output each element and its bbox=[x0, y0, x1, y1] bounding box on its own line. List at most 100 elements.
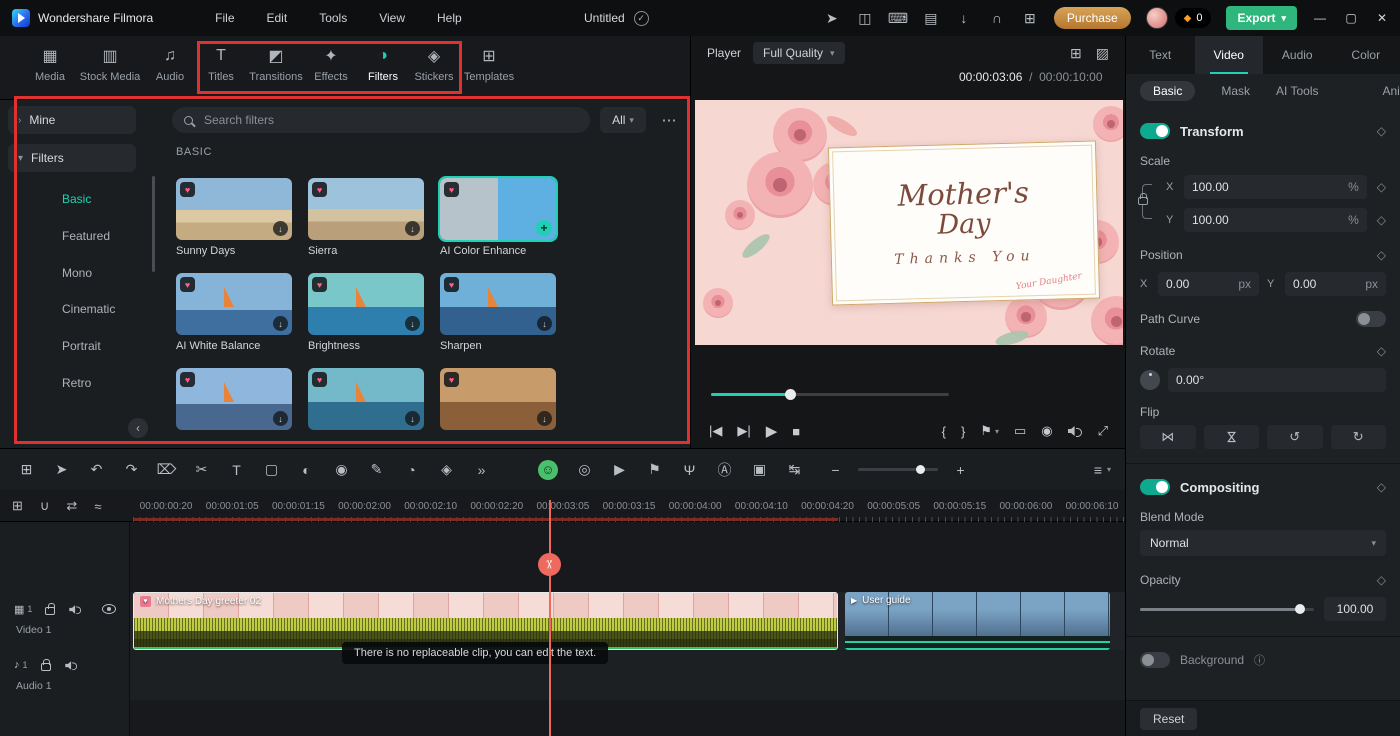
keyframe-diamond-icon[interactable]: ◇ bbox=[1377, 573, 1386, 587]
filter-thumbnail[interactable]: ♥ ↓ bbox=[176, 368, 292, 430]
keyframe-diamond-icon[interactable]: ◇ bbox=[1377, 344, 1386, 358]
audio-track-lane[interactable] bbox=[130, 650, 1125, 700]
download-icon[interactable]: ↓ bbox=[273, 221, 288, 236]
seek-track[interactable] bbox=[711, 393, 949, 396]
snapshot-button[interactable]: ◉ bbox=[1041, 423, 1052, 439]
filter-thumbnail[interactable]: ♥ ↓ bbox=[308, 178, 424, 240]
hide-track-icon[interactable] bbox=[102, 604, 116, 614]
sidebar-item-mono[interactable]: Mono bbox=[0, 256, 152, 290]
scale-x-input[interactable] bbox=[1192, 180, 1252, 194]
project-title[interactable]: Untitled bbox=[584, 11, 625, 25]
crop-icon[interactable]: ▢ bbox=[259, 457, 284, 482]
subtab-basic[interactable]: Basic bbox=[1140, 81, 1195, 101]
manage-tracks-icon[interactable]: ⊞ bbox=[12, 498, 23, 514]
keyframe-diamond-icon[interactable]: ◇ bbox=[1377, 180, 1386, 194]
download-icon[interactable]: ↓ bbox=[273, 316, 288, 331]
mute-track-icon[interactable] bbox=[65, 660, 78, 669]
zoom-handle[interactable] bbox=[916, 465, 925, 474]
snap-icon[interactable]: ∪ bbox=[40, 498, 50, 514]
tab-effects[interactable]: ✦ Effects bbox=[314, 47, 347, 83]
filter-thumbnail[interactable]: ♥ ↓ bbox=[308, 273, 424, 335]
mute-track-icon[interactable] bbox=[70, 604, 83, 613]
tab-stock-media[interactable]: ▥ Stock Media bbox=[80, 47, 141, 83]
zoom-slider[interactable] bbox=[858, 468, 938, 471]
menu-file[interactable]: File bbox=[215, 11, 234, 25]
favorite-icon[interactable]: ♥ bbox=[180, 182, 195, 197]
user-avatar[interactable] bbox=[1146, 7, 1168, 29]
position-y-field[interactable]: px bbox=[1285, 272, 1386, 296]
voiceover-icon[interactable]: Ψ bbox=[677, 457, 702, 482]
lock-track-icon[interactable] bbox=[41, 663, 51, 671]
compositing-toggle[interactable] bbox=[1140, 479, 1170, 495]
favorite-icon[interactable]: ♥ bbox=[180, 372, 195, 387]
tab-text[interactable]: Text bbox=[1126, 36, 1195, 74]
download-icon[interactable]: ↓ bbox=[405, 221, 420, 236]
filter-thumbnail[interactable]: ♥ ↓ bbox=[308, 368, 424, 430]
mark-out-button[interactable]: } bbox=[961, 424, 965, 439]
lock-icon[interactable] bbox=[1138, 197, 1148, 205]
tab-titles[interactable]: T Titles bbox=[208, 47, 234, 83]
chroma-key-icon[interactable]: ◉ bbox=[329, 457, 354, 482]
split-icon[interactable]: ✂ bbox=[189, 457, 214, 482]
auto-sync-icon[interactable]: ↹ bbox=[782, 457, 807, 482]
seek-handle[interactable] bbox=[785, 389, 796, 400]
color-correction-icon[interactable]: ◐ bbox=[294, 457, 319, 482]
background-toggle[interactable] bbox=[1140, 652, 1170, 668]
stop-button[interactable]: ■ bbox=[792, 424, 800, 439]
tab-audio[interactable]: ♫ Audio bbox=[156, 47, 184, 83]
favorite-icon[interactable]: ♥ bbox=[444, 182, 459, 197]
flip-vertical-button[interactable]: ⋈ bbox=[1204, 425, 1260, 449]
ai-edit-icon[interactable]: ✎ bbox=[364, 457, 389, 482]
effects-camera-icon[interactable]: ◎ bbox=[572, 457, 597, 482]
more-options-button[interactable]: ⋯ bbox=[654, 107, 684, 133]
window-maximize-button[interactable]: ▢ bbox=[1343, 11, 1359, 25]
keyframe-diamond-icon[interactable]: ◇ bbox=[1377, 213, 1386, 227]
download-icon[interactable]: ↓ bbox=[537, 316, 552, 331]
display-device-button[interactable]: ▭ bbox=[1014, 423, 1026, 439]
keyframe-diamond-icon[interactable]: ◇ bbox=[1377, 480, 1386, 494]
flip-horizontal-button[interactable]: ⋈ bbox=[1140, 425, 1196, 449]
blend-mode-select[interactable]: Normal ▾ bbox=[1140, 530, 1386, 556]
render-preview-toggle-icon[interactable]: ≈ bbox=[94, 499, 101, 514]
path-curve-toggle[interactable] bbox=[1356, 311, 1386, 327]
scale-x-field[interactable]: % bbox=[1184, 175, 1367, 199]
quality-dropdown[interactable]: Full Quality ▾ bbox=[753, 42, 845, 64]
undo-icon[interactable]: ↶ bbox=[84, 457, 109, 482]
zoom-out-icon[interactable]: − bbox=[823, 457, 848, 482]
favorite-icon[interactable]: ♥ bbox=[312, 277, 327, 292]
favorite-icon[interactable]: ♥ bbox=[444, 372, 459, 387]
scale-y-field[interactable]: % bbox=[1184, 208, 1367, 232]
select-tool-icon[interactable]: ➤ bbox=[49, 457, 74, 482]
collapse-sidebar-button[interactable]: ‹ bbox=[128, 418, 148, 438]
tab-transitions[interactable]: ◩ Transitions bbox=[249, 47, 302, 83]
tab-stickers[interactable]: ◈ Stickers bbox=[414, 47, 453, 83]
filter-category-dropdown[interactable]: All ▾ bbox=[600, 107, 646, 133]
rotate-field[interactable] bbox=[1168, 368, 1386, 392]
transform-toggle[interactable] bbox=[1140, 123, 1170, 139]
tab-color[interactable]: Color bbox=[1332, 36, 1400, 74]
scale-y-input[interactable] bbox=[1192, 213, 1252, 227]
sidebar-item-portrait[interactable]: Portrait bbox=[0, 329, 152, 363]
purchase-button[interactable]: Purchase bbox=[1054, 7, 1131, 29]
menu-tools[interactable]: Tools bbox=[319, 11, 347, 25]
cloud-sync-icon[interactable]: ✓ bbox=[634, 11, 649, 26]
favorite-icon[interactable]: ♥ bbox=[312, 182, 327, 197]
download-resources-icon[interactable]: ↓ bbox=[955, 9, 973, 27]
rotate-knob[interactable] bbox=[1140, 370, 1160, 390]
speed-icon[interactable]: ◔ bbox=[399, 457, 424, 482]
tab-audio[interactable]: Audio bbox=[1263, 36, 1332, 74]
opacity-slider[interactable] bbox=[1140, 608, 1314, 611]
download-icon[interactable]: ↓ bbox=[537, 411, 552, 426]
position-x-input[interactable] bbox=[1166, 277, 1210, 291]
emoji-sticker-icon[interactable]: ☺ bbox=[538, 460, 558, 480]
rotate-input[interactable] bbox=[1176, 373, 1266, 387]
toolbox-icon[interactable]: ⊞ bbox=[14, 457, 39, 482]
multi-view-icon[interactable]: ⊞ bbox=[1070, 45, 1082, 62]
search-input[interactable] bbox=[202, 112, 578, 128]
subtab-mask[interactable]: Mask bbox=[1221, 84, 1250, 98]
marker-icon[interactable]: ⚑ bbox=[642, 457, 667, 482]
share-icon[interactable]: ➤ bbox=[823, 9, 841, 27]
opacity-value[interactable]: 100.00 bbox=[1324, 597, 1386, 621]
tab-media[interactable]: ▦ Media bbox=[35, 47, 65, 83]
sidebar-item-filters[interactable]: ▾ Filters bbox=[8, 144, 136, 172]
